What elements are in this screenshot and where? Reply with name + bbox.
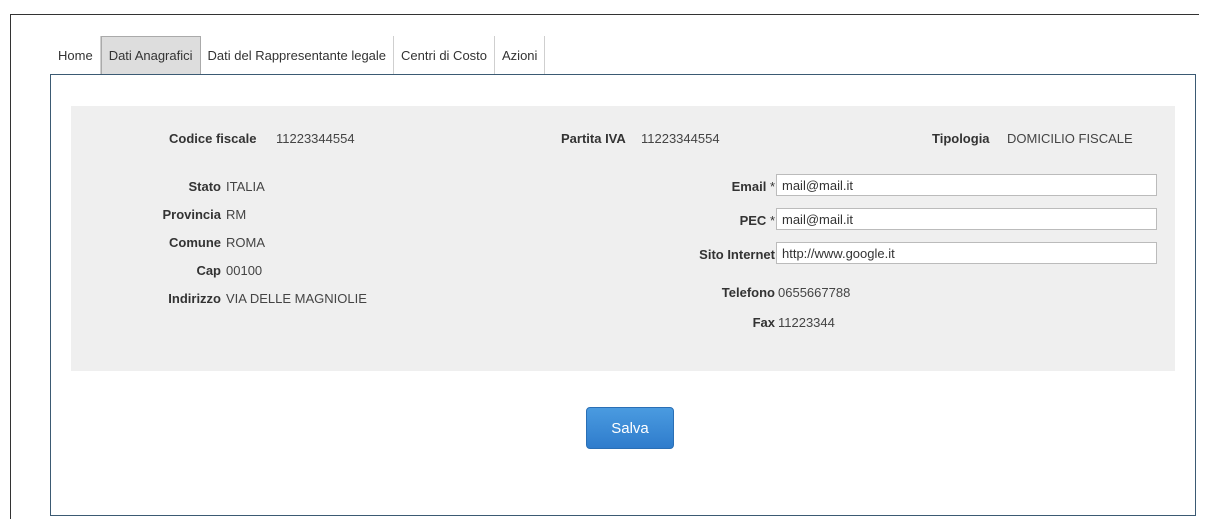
provincia-value: RM — [226, 207, 247, 222]
pec-label-text: PEC — [739, 213, 767, 228]
codice-fiscale-value: 11223344554 — [276, 131, 355, 146]
stato-value: ITALIA — [226, 179, 265, 194]
tab-dati-anagrafici-label: Dati Anagrafici — [108, 48, 193, 63]
tipologia-value: DOMICILIO FISCALE — [1007, 131, 1133, 146]
telefono-value: 0655667788 — [778, 285, 851, 300]
indirizzo-value: VIA DELLE MAGNIOLIE — [226, 291, 367, 306]
pec-required-mark: * — [769, 213, 775, 228]
pec-label: PEC * — [740, 213, 775, 228]
fax-value: 11223344 — [778, 315, 835, 330]
email-required-mark: * — [769, 179, 775, 194]
email-label: Email * — [732, 179, 775, 194]
sito-internet-field[interactable] — [776, 242, 1157, 264]
tab-azioni[interactable]: Azioni — [495, 36, 546, 74]
email-label-text: Email — [731, 179, 767, 194]
codice-fiscale-label: Codice fiscale — [169, 131, 257, 146]
tab-home-label: Home — [58, 47, 93, 63]
tab-home[interactable]: Home — [51, 36, 101, 74]
telefono-label: Telefono — [721, 285, 775, 300]
comune-value: ROMA — [226, 235, 265, 250]
indirizzo-label: Indirizzo — [168, 291, 221, 306]
tipologia-label: Tipologia — [932, 131, 990, 146]
provincia-label: Provincia — [162, 207, 221, 222]
tab-rappresentante-legale[interactable]: Dati del Rappresentante legale — [201, 36, 395, 74]
sito-internet-label: Sito Internet — [699, 247, 775, 262]
partita-iva-value: 11223344554 — [641, 131, 720, 146]
comune-label: Comune — [169, 235, 221, 250]
fax-label: Fax — [752, 315, 775, 330]
tab-centri-di-costo[interactable]: Centri di Costo — [394, 36, 496, 74]
tab-rappresentante-legale-label: Dati del Rappresentante legale — [207, 47, 387, 63]
content-panel: Codice fiscale 11223344554 Partita IVA 1… — [50, 74, 1196, 516]
tab-dati-anagrafici[interactable]: Dati Anagrafici — [100, 36, 201, 77]
partita-iva-label: Partita IVA — [561, 131, 626, 146]
tab-centri-di-costo-label: Centri di Costo — [401, 47, 488, 63]
email-field[interactable] — [776, 174, 1157, 196]
cap-value: 00100 — [226, 263, 263, 278]
tab-azioni-label: Azioni — [502, 47, 538, 63]
anagrafica-box: Codice fiscale 11223344554 Partita IVA 1… — [71, 106, 1175, 371]
save-button[interactable]: Salva — [586, 407, 674, 449]
tab-bar: Home Dati Anagrafici Dati del Rappresent… — [51, 36, 546, 77]
stato-label: Stato — [188, 179, 222, 194]
pec-field[interactable] — [776, 208, 1157, 230]
cap-label: Cap — [196, 263, 221, 278]
